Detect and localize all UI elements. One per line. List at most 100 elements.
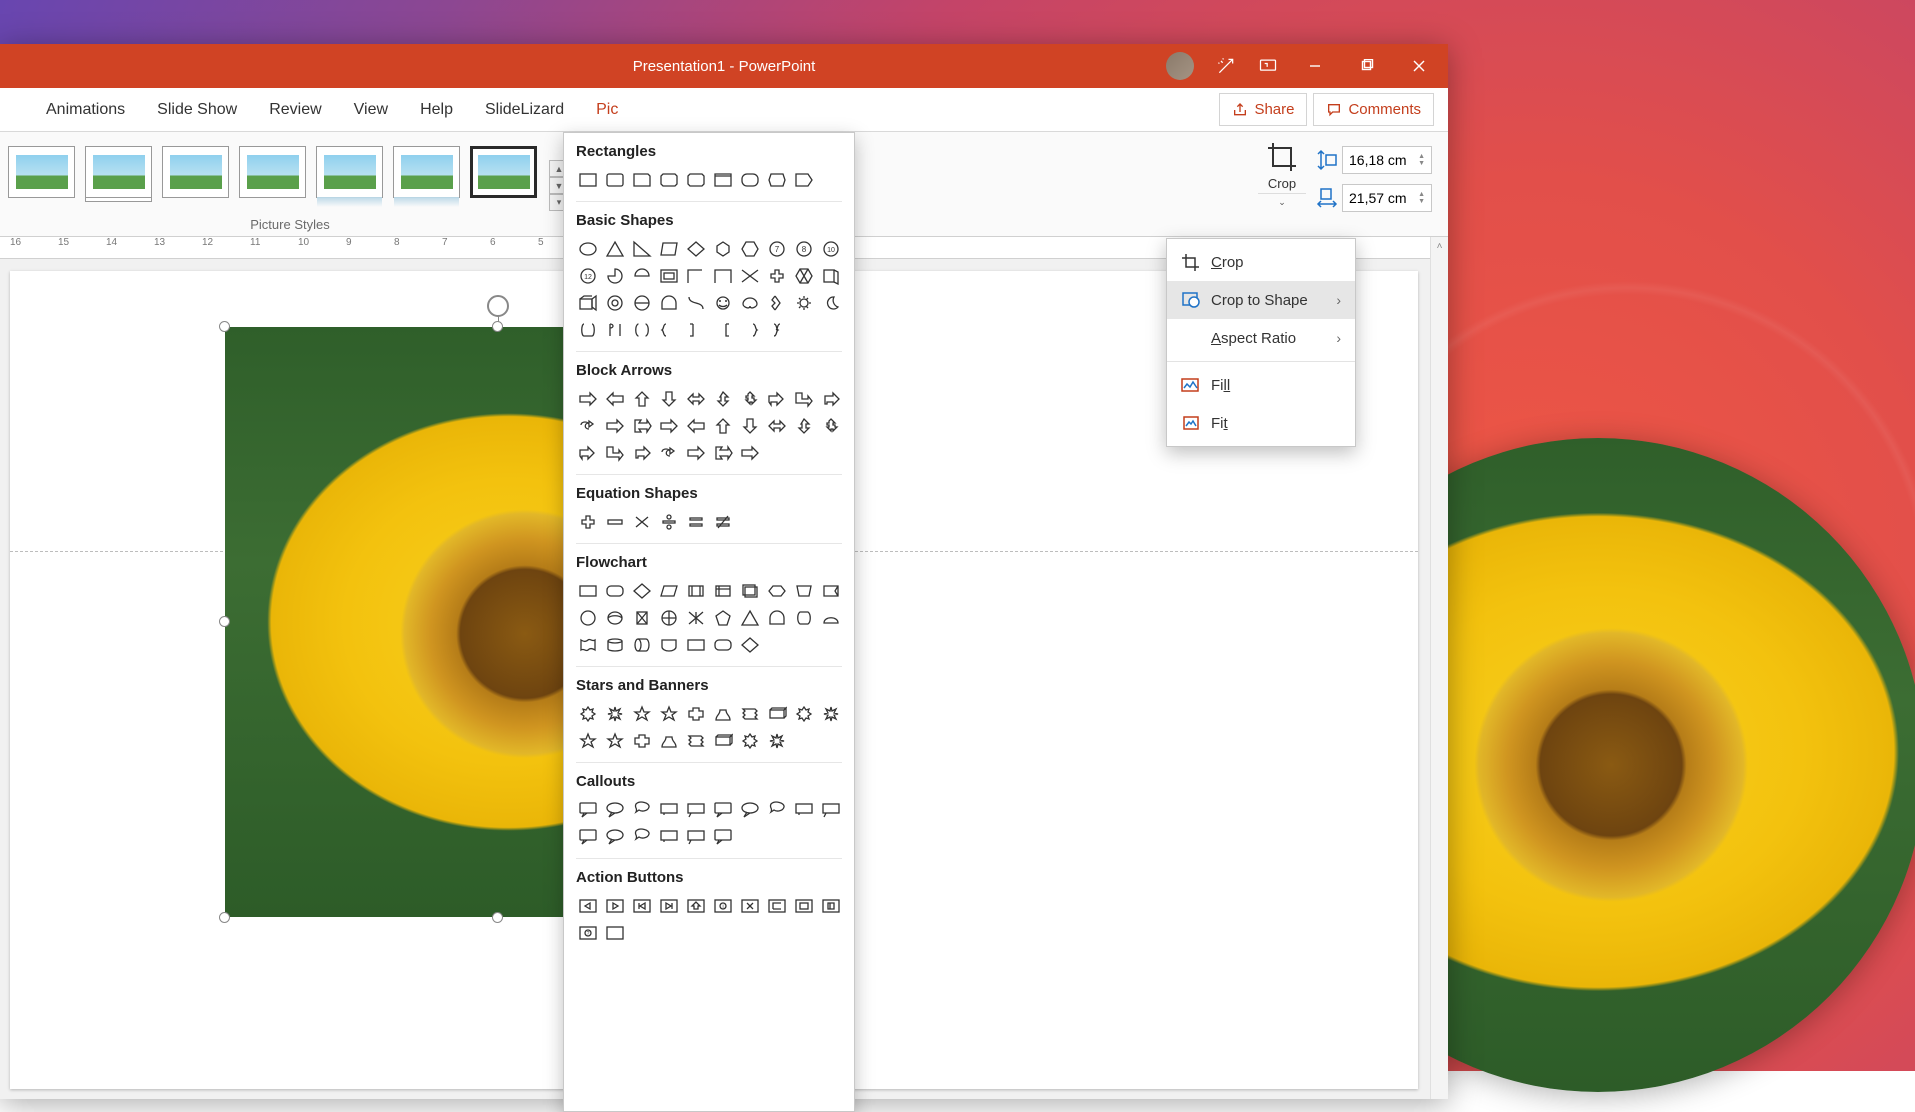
shape-basic-35[interactable]: [711, 318, 734, 341]
shape-act-1[interactable]: [603, 894, 626, 917]
shape-arrow-8[interactable]: [792, 387, 815, 410]
shape-arrow-22[interactable]: [630, 441, 653, 464]
shape-basic-26[interactable]: [738, 291, 761, 314]
tab-slideshow[interactable]: Slide Show: [141, 88, 253, 132]
shape-basic-28[interactable]: [792, 291, 815, 314]
style-thumb-3[interactable]: [162, 146, 229, 198]
shape-star-2[interactable]: [630, 702, 653, 725]
crop-menu-crop-to-shape[interactable]: Crop to Shape ›: [1167, 281, 1355, 319]
shape-call-8[interactable]: [792, 798, 815, 821]
shape-act-6[interactable]: [738, 894, 761, 917]
shape-basic-16[interactable]: [738, 264, 761, 287]
shape-flow-2[interactable]: [630, 579, 653, 602]
shape-flow-20[interactable]: [576, 633, 599, 656]
shape-arrow-20[interactable]: [576, 441, 599, 464]
shape-flow-5[interactable]: [711, 579, 734, 602]
style-thumb-5[interactable]: [316, 146, 383, 198]
shape-call-0[interactable]: [576, 798, 599, 821]
maximize-button[interactable]: [1342, 44, 1392, 88]
shape-arrow-6[interactable]: [738, 387, 761, 410]
shape-basic-3[interactable]: [657, 237, 680, 260]
shape-basic-10[interactable]: 12: [576, 264, 599, 287]
shape-call-4[interactable]: [684, 798, 707, 821]
shape-basic-29[interactable]: [819, 291, 842, 314]
shape-star-5[interactable]: [711, 702, 734, 725]
shape-rect-2[interactable]: [630, 168, 653, 191]
shape-arrow-16[interactable]: [738, 414, 761, 437]
crop-menu-aspect-ratio[interactable]: Aspect Ratio ›: [1167, 319, 1355, 357]
scroll-up-button[interactable]: ˄: [1431, 237, 1448, 255]
shape-act-8[interactable]: [792, 894, 815, 917]
shape-flow-19[interactable]: [819, 606, 842, 629]
shape-arrow-25[interactable]: [711, 441, 734, 464]
shape-basic-12[interactable]: [630, 264, 653, 287]
shape-call-11[interactable]: [603, 825, 626, 848]
tab-animations[interactable]: Animations: [30, 88, 141, 132]
shape-eq-1[interactable]: [603, 510, 626, 533]
shape-flow-6[interactable]: [738, 579, 761, 602]
shape-call-7[interactable]: [765, 798, 788, 821]
shape-flow-14[interactable]: [684, 606, 707, 629]
shape-eq-0[interactable]: [576, 510, 599, 533]
shape-call-12[interactable]: [630, 825, 653, 848]
shape-star-10[interactable]: [576, 729, 599, 752]
tab-view[interactable]: View: [338, 88, 404, 132]
shape-flow-15[interactable]: [711, 606, 734, 629]
shape-call-3[interactable]: [657, 798, 680, 821]
shape-basic-7[interactable]: 7: [765, 237, 788, 260]
shape-basic-23[interactable]: [657, 291, 680, 314]
shape-arrow-3[interactable]: [657, 387, 680, 410]
shape-act-2[interactable]: [630, 894, 653, 917]
shape-arrow-18[interactable]: [792, 414, 815, 437]
shape-flow-24[interactable]: [684, 633, 707, 656]
share-button[interactable]: Share: [1219, 93, 1307, 126]
minimize-button[interactable]: [1290, 44, 1340, 88]
tab-help[interactable]: Help: [404, 88, 469, 132]
shape-basic-20[interactable]: [576, 291, 599, 314]
shape-arrow-9[interactable]: [819, 387, 842, 410]
shape-flow-17[interactable]: [765, 606, 788, 629]
shape-act-4[interactable]: [684, 894, 707, 917]
resize-handle-w[interactable]: [219, 616, 230, 627]
shape-flow-0[interactable]: [576, 579, 599, 602]
shape-star-4[interactable]: [684, 702, 707, 725]
shape-basic-36[interactable]: [738, 318, 761, 341]
shape-basic-14[interactable]: [684, 264, 707, 287]
shape-basic-4[interactable]: [684, 237, 707, 260]
style-thumb-4[interactable]: [239, 146, 306, 198]
crop-menu-fit[interactable]: Fit: [1167, 404, 1355, 442]
shape-star-3[interactable]: [657, 702, 680, 725]
shape-arrow-13[interactable]: [657, 414, 680, 437]
shape-basic-0[interactable]: [576, 237, 599, 260]
shape-basic-13[interactable]: [657, 264, 680, 287]
shape-star-11[interactable]: [603, 729, 626, 752]
shape-basic-5[interactable]: [711, 237, 734, 260]
shape-flow-16[interactable]: [738, 606, 761, 629]
shape-star-6[interactable]: [738, 702, 761, 725]
shape-basic-24[interactable]: [684, 291, 707, 314]
present-mode-icon[interactable]: [1248, 44, 1288, 88]
shape-rect-0[interactable]: [576, 168, 599, 191]
style-thumb-2[interactable]: [85, 146, 152, 198]
resize-handle-nw[interactable]: [219, 321, 230, 332]
shape-call-9[interactable]: [819, 798, 842, 821]
shape-call-13[interactable]: [657, 825, 680, 848]
shape-arrow-7[interactable]: [765, 387, 788, 410]
shape-basic-11[interactable]: [603, 264, 626, 287]
shape-eq-5[interactable]: [711, 510, 734, 533]
shape-flow-13[interactable]: [657, 606, 680, 629]
tab-picture-format[interactable]: Pic: [580, 88, 634, 132]
shape-flow-8[interactable]: [792, 579, 815, 602]
shape-star-1[interactable]: [603, 702, 626, 725]
shape-basic-22[interactable]: [630, 291, 653, 314]
shape-basic-2[interactable]: [630, 237, 653, 260]
shape-arrow-14[interactable]: [684, 414, 707, 437]
tab-slidelizard[interactable]: SlideLizard: [469, 88, 580, 132]
shape-basic-34[interactable]: [684, 318, 707, 341]
shape-flow-18[interactable]: [792, 606, 815, 629]
shape-call-14[interactable]: [684, 825, 707, 848]
shape-flow-25[interactable]: [711, 633, 734, 656]
shape-basic-27[interactable]: [765, 291, 788, 314]
shape-arrow-17[interactable]: [765, 414, 788, 437]
shape-rect-3[interactable]: [657, 168, 680, 191]
